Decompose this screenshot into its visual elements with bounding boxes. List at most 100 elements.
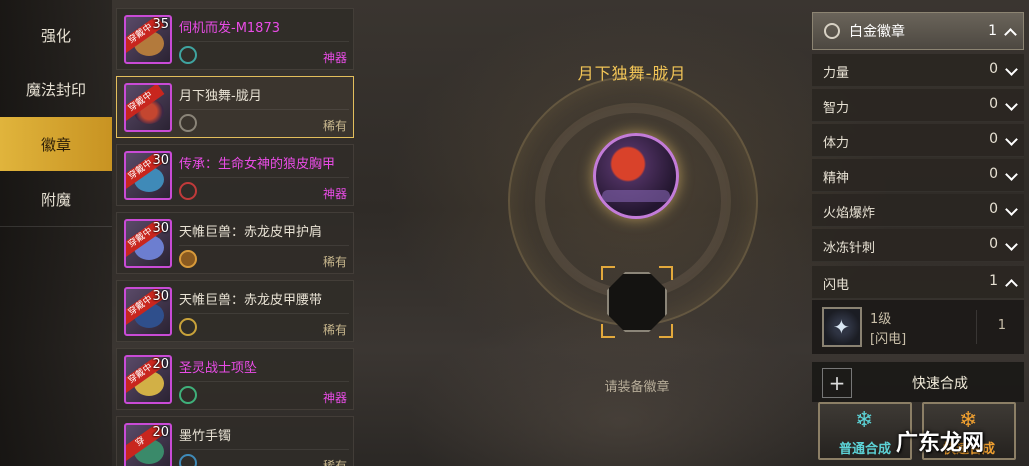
filter-row-count: 0: [989, 131, 998, 147]
quick-merge-label: 快速合成: [912, 376, 968, 392]
item-rarity: 神器: [322, 391, 347, 405]
item-divider: [179, 41, 349, 42]
item-level: 35: [152, 17, 169, 32]
chevron-up-icon: [1004, 28, 1017, 41]
chevron-down-icon: [1005, 133, 1018, 146]
radio-circle-icon: [824, 23, 840, 39]
add-icon[interactable]: +: [822, 368, 852, 398]
filter-row-count: 0: [989, 201, 998, 217]
socket-corner: [601, 266, 615, 280]
chevron-down-icon: [1005, 203, 1018, 216]
item-name: 伺机而发-M1873: [179, 21, 280, 36]
emblem-entry-count: 1: [997, 318, 1006, 333]
filter-row-count: 1: [989, 273, 998, 289]
moon-horizon: [602, 190, 670, 202]
nav-item-enhance[interactable]: 强化: [0, 8, 112, 62]
emblem-filter-panel: 白金徽章 1 力量 0 智力 0 体力 0 精神 0 火焰爆炸 0 冰冻针刺 0…: [812, 12, 1024, 466]
item-rarity: 稀有: [322, 323, 347, 337]
equipment-list: 穿戴中 35 伺机而发-M1873 神器 穿戴中 月下独舞-胧月 稀有 穿戴中 …: [116, 8, 356, 466]
filter-row-vitality[interactable]: 体力 0: [812, 124, 1024, 157]
item-icon-chest: 穿戴中 30: [124, 151, 172, 200]
emblem-slot-icon: [179, 454, 197, 466]
emblem-entry-lightning[interactable]: ✦ 1级 [闪电] 1: [812, 300, 1024, 354]
chevron-down-icon: [1005, 98, 1018, 111]
item-rarity: 稀有: [322, 255, 347, 269]
emblem-entry-level: 1级: [870, 312, 892, 327]
quick-merge-row: + 快速合成: [812, 362, 1024, 402]
list-item[interactable]: 穿戴中 35 伺机而发-M1873 神器: [116, 8, 354, 70]
filter-row-count: 0: [989, 236, 998, 252]
item-level: 30: [152, 221, 169, 236]
item-icon-gun: 穿戴中 35: [124, 15, 172, 64]
socket-corner: [659, 266, 673, 280]
filter-row-strength[interactable]: 力量 0: [812, 54, 1024, 87]
item-name: 月下独舞-胧月: [179, 89, 262, 104]
item-rarity: 神器: [322, 51, 347, 65]
filter-header-count: 1: [988, 23, 997, 39]
nav-divider: [0, 226, 112, 227]
item-divider: [179, 313, 349, 314]
emblem-slot-icon: [179, 386, 197, 404]
nav-item-emblem[interactable]: 徽章: [0, 117, 112, 171]
item-name: 圣灵战士项坠: [179, 361, 258, 376]
item-level: 20: [152, 425, 169, 440]
emblem-socket[interactable]: [601, 266, 673, 338]
emblem-entry-type: [闪电]: [870, 332, 907, 347]
filter-row-label: 力量: [823, 66, 850, 81]
filter-row-spirit[interactable]: 精神 0: [812, 159, 1024, 192]
item-level: 30: [152, 289, 169, 304]
filter-row-label: 闪电: [823, 278, 850, 293]
snowflake-icon: ❄: [855, 408, 874, 433]
filter-row-label: 精神: [823, 171, 850, 186]
item-divider: [179, 245, 349, 246]
list-item[interactable]: 穿戴中 30 天帷巨兽：赤龙皮甲护肩 稀有: [116, 212, 354, 274]
chevron-down-icon: [1005, 238, 1018, 251]
filter-row-label: 智力: [823, 101, 850, 116]
item-divider: [179, 449, 349, 450]
filter-row-lightning[interactable]: 闪电 1: [812, 266, 1024, 299]
filter-row-label: 火焰爆炸: [823, 206, 876, 221]
item-icon-bracelet: 穿 20: [124, 423, 172, 466]
filter-row-count: 0: [989, 96, 998, 112]
emblem-slot-icon: [179, 46, 197, 64]
filter-row-label: 冰冻针刺: [823, 241, 876, 256]
selected-item-icon: [593, 133, 679, 219]
filter-row-count: 0: [989, 61, 998, 77]
left-nav: 强化 魔法封印 徽章 附魔: [0, 0, 112, 466]
list-item[interactable]: 穿戴中 30 天帷巨兽：赤龙皮甲腰带 稀有: [116, 280, 354, 342]
emblem-slot-icon: [179, 114, 197, 132]
star-icon: ✦: [833, 315, 850, 339]
emblem-slot-icon: [179, 318, 197, 336]
item-name: 天帷巨兽：赤龙皮甲腰带: [179, 293, 323, 308]
filter-row-label: 体力: [823, 136, 850, 151]
item-icon-pendant: 穿戴中 20: [124, 355, 172, 404]
watermark: 广东龙网: [896, 431, 985, 456]
lightning-emblem-icon: ✦: [822, 307, 862, 347]
nav-item-magic-seal[interactable]: 魔法封印: [0, 62, 112, 116]
filter-row-fire-explosion[interactable]: 火焰爆炸 0: [812, 194, 1024, 227]
item-divider: [179, 177, 349, 178]
item-icon-belt: 穿戴中 30: [124, 287, 172, 336]
equip-hint: 请装备徽章: [604, 380, 670, 395]
item-level: 30: [152, 153, 169, 168]
list-item[interactable]: 穿戴中 20 圣灵战士项坠 神器: [116, 348, 354, 410]
emblem-slot-icon: [179, 182, 197, 200]
list-item[interactable]: 穿 20 墨竹手镯 稀有: [116, 416, 354, 466]
item-icon-shoulder: 穿戴中 30: [124, 219, 172, 268]
item-rarity: 稀有: [322, 119, 347, 133]
chevron-up-icon: [1005, 279, 1018, 292]
filter-row-count: 0: [989, 166, 998, 182]
filter-row-ice-needle[interactable]: 冰冻针刺 0: [812, 229, 1024, 262]
divider: [976, 310, 977, 344]
item-name: 墨竹手镯: [179, 429, 232, 444]
item-level: 20: [152, 357, 169, 372]
filter-row-intelligence[interactable]: 智力 0: [812, 89, 1024, 122]
emblem-slot-icon: [179, 250, 197, 268]
item-rarity: 神器: [322, 187, 347, 201]
filter-header-platinum[interactable]: 白金徽章 1: [812, 12, 1024, 50]
nav-item-enchant[interactable]: 附魔: [0, 172, 112, 226]
list-item-selected[interactable]: 穿戴中 月下独舞-胧月 稀有: [116, 76, 354, 138]
chevron-down-icon: [1005, 168, 1018, 181]
socket-corner: [659, 324, 673, 338]
list-item[interactable]: 穿戴中 30 传承：生命女神的狼皮胸甲 神器: [116, 144, 354, 206]
